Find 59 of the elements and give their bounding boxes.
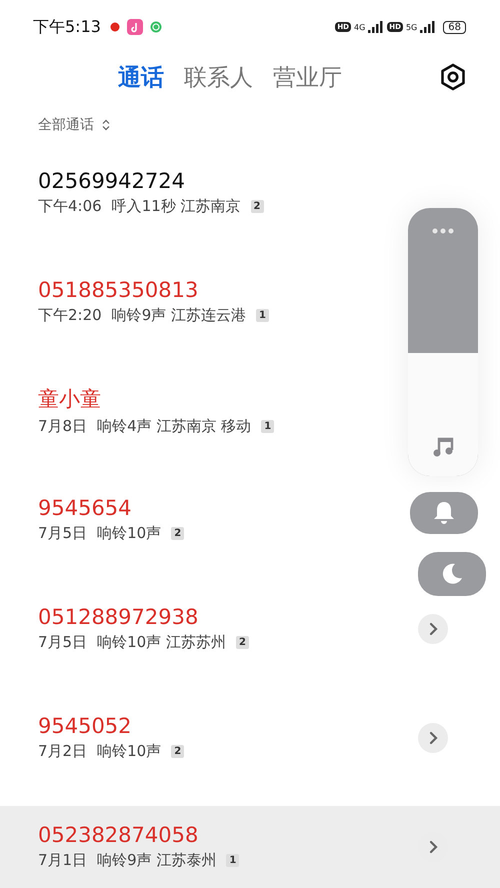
bell-icon (433, 501, 455, 525)
tab[interactable]: 联系人 (180, 62, 257, 92)
call-count: 2 (250, 200, 264, 213)
call-info: 响铃10声 江苏苏州 (97, 633, 226, 652)
call-time: 下午4:06 (38, 197, 102, 216)
tab[interactable]: 通话 (114, 62, 168, 92)
signal-icon (368, 21, 384, 33)
call-count: 1 (226, 854, 240, 867)
call-count: 2 (171, 745, 184, 758)
call-info: 响铃4声 江苏南京 移动 (97, 417, 252, 436)
call-time: 7月8日 (38, 417, 88, 436)
call-time: 7月1日 (38, 851, 88, 870)
caller-name: 052382874058 (38, 823, 200, 847)
details-button[interactable] (418, 614, 448, 644)
caller-name: 051885350813 (38, 278, 200, 302)
call-count: 1 (261, 420, 274, 433)
call-info: 呼入11秒 江苏南京 (112, 197, 241, 216)
call-info: 响铃10声 (97, 524, 162, 543)
call-row[interactable]: 052382874058 7月1日 响铃9声 江苏泰州 1 (0, 806, 500, 888)
music-app-icon (126, 19, 143, 35)
call-count: 2 (171, 527, 184, 540)
sort-arrows-icon (102, 119, 110, 131)
call-row[interactable]: 051288972938 7月5日 响铃10声 江苏苏州 2 (0, 588, 500, 697)
caller-name: 9545654 (38, 496, 133, 520)
call-info: 响铃10声 (97, 742, 162, 761)
call-row[interactable]: 051885350813 下午2:20 响铃9声 江苏连云港 1 (0, 261, 500, 370)
volume-slider[interactable] (408, 208, 478, 476)
do-not-disturb-button[interactable] (418, 552, 486, 596)
network-type: 4G (354, 22, 366, 32)
battery-level: 68 (443, 20, 466, 34)
more-dots-icon[interactable] (432, 228, 454, 234)
caller-name: 02569942724 (38, 169, 186, 193)
record-dot-icon (110, 22, 120, 32)
music-note-icon (432, 436, 454, 458)
call-count: 2 (236, 636, 249, 649)
call-info: 响铃9声 江苏泰州 (97, 851, 216, 870)
call-time: 7月5日 (38, 524, 88, 543)
clock-time: 下午5:13 (33, 16, 101, 38)
call-time: 下午2:20 (38, 306, 102, 325)
caller-name: 051288972938 (38, 605, 200, 629)
call-row[interactable]: 9545654 7月5日 响铃10声 2 (0, 479, 500, 588)
call-info: 响铃9声 江苏连云港 (112, 306, 246, 325)
details-button[interactable] (418, 722, 448, 752)
network-type: 5G (406, 22, 418, 32)
call-row[interactable]: 童小童 7月8日 响铃4声 江苏南京 移动 1 (0, 370, 500, 479)
caller-name: 9545052 (38, 714, 133, 738)
settings-icon[interactable] (440, 63, 466, 91)
call-row[interactable]: 02569942724 下午4:06 呼入11秒 江苏南京 2 (0, 152, 500, 261)
caller-name: 童小童 (38, 386, 102, 413)
call-time: 7月2日 (38, 742, 88, 761)
chat-app-icon (150, 21, 162, 33)
tab[interactable]: 营业厅 (269, 62, 346, 92)
call-filter-dropdown[interactable]: 全部通话 (38, 116, 110, 134)
call-time: 7月5日 (38, 633, 88, 652)
ring-mode-button[interactable] (410, 492, 478, 534)
call-count: 1 (256, 309, 269, 322)
call-row[interactable]: 9545052 7月2日 响铃10声 2 (0, 697, 500, 806)
signal-icon (420, 21, 436, 33)
moon-icon (440, 562, 464, 586)
